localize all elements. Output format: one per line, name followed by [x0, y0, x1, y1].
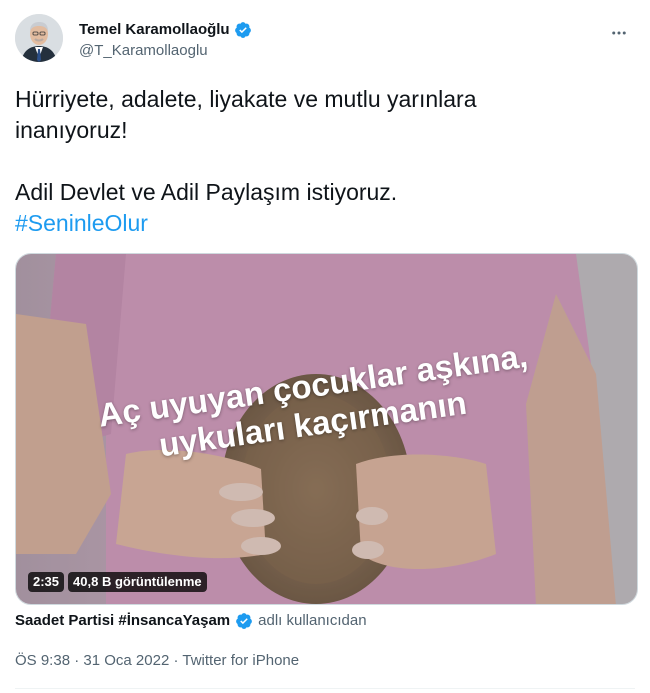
- video-player[interactable]: Aç uyuyan çocuklar aşkına, uykuları kaçı…: [15, 253, 638, 605]
- author-display-name-row[interactable]: Temel Karamollaoğlu: [79, 20, 252, 40]
- verified-badge-icon: [234, 21, 252, 39]
- attribution-suffix: adlı kullanıcıdan: [258, 612, 367, 629]
- meta-separator: ·: [173, 652, 179, 669]
- video-thumbnail: [16, 254, 637, 604]
- tweet-header: Temel Karamollaoğlu @T_Karamollaoglu: [15, 10, 640, 70]
- tweet-meta: ÖS 9:38 · 31 Oca 2022 · Twitter for iPho…: [15, 651, 299, 671]
- video-duration-badge: 2:35: [28, 572, 65, 592]
- divider: [15, 688, 635, 689]
- verified-badge-icon: [235, 612, 253, 630]
- author-handle[interactable]: @T_Karamollaoglu: [79, 41, 252, 61]
- more-options-button[interactable]: [602, 16, 636, 50]
- avatar-image: [15, 14, 63, 62]
- video-views-badge: 40,8 B görüntülenme: [68, 572, 207, 592]
- tweet-text: Hürriyete, adalete, liyakate ve mutlu ya…: [15, 84, 625, 239]
- tweet-text-line: inanıyoruz!: [15, 117, 128, 143]
- video-attribution: Saadet Partisi #İnsancaYaşam adlı kullan…: [15, 611, 367, 631]
- tweet-date-link[interactable]: 31 Oca 2022: [83, 652, 169, 669]
- author-names: Temel Karamollaoğlu @T_Karamollaoglu: [79, 20, 252, 61]
- tweet-source-link[interactable]: Twitter for iPhone: [182, 652, 299, 669]
- video-badges: 2:35 40,8 B görüntülenme: [28, 572, 207, 592]
- author-avatar[interactable]: [15, 14, 63, 62]
- meta-separator: ·: [74, 652, 80, 669]
- tweet-time-link[interactable]: ÖS 9:38: [15, 652, 70, 669]
- more-options-icon: [612, 31, 626, 35]
- tweet-text-line: Adil Devlet ve Adil Paylaşım istiyoruz.: [15, 179, 398, 205]
- attribution-account-link[interactable]: Saadet Partisi #İnsancaYaşam: [15, 611, 230, 631]
- tweet-text-line: Hürriyete, adalete, liyakate ve mutlu ya…: [15, 86, 477, 112]
- hashtag-link[interactable]: #SeninleOlur: [15, 210, 148, 236]
- author-display-name[interactable]: Temel Karamollaoğlu: [79, 20, 230, 40]
